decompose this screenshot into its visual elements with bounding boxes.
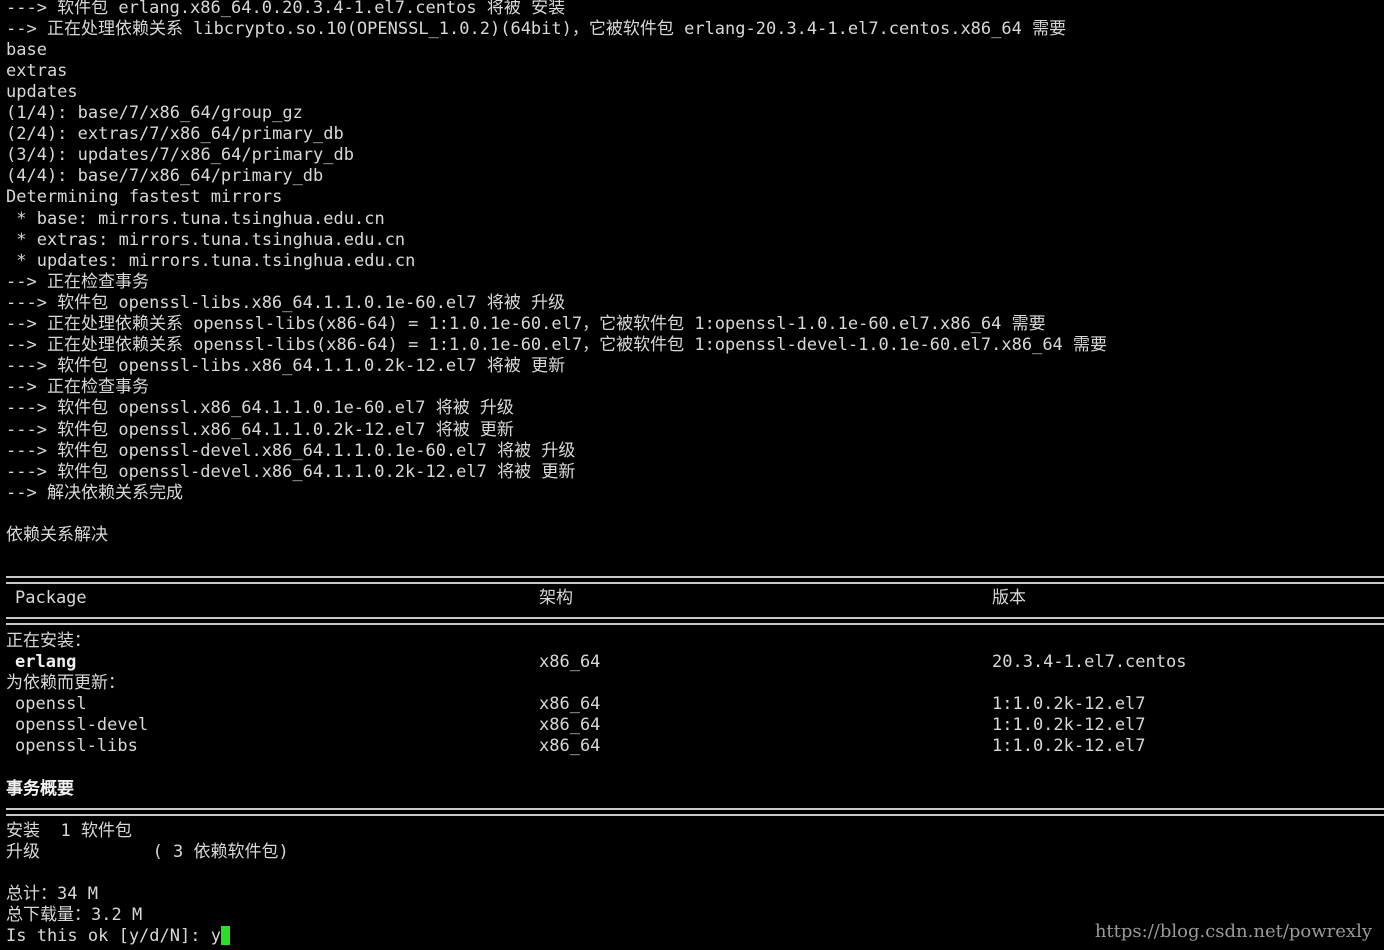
log-line: ---> 软件包 erlang.x86_64.0.20.3.4-1.el7.ce… <box>6 0 566 18</box>
table-separator <box>6 576 1384 584</box>
table-separator <box>6 617 1384 625</box>
package-version: 1:1.0.2k-12.el7 <box>992 736 1146 756</box>
resolved-message: 依赖关系解决 <box>6 525 108 545</box>
download-size-line: 总下载量：3.2 M <box>6 905 143 925</box>
log-line: (4/4): base/7/x86_64/primary_db <box>6 166 324 186</box>
upgrade-count-line: 升级 ( 3 依赖软件包) <box>6 842 289 862</box>
package-version: 1:1.0.2k-12.el7 <box>992 715 1146 735</box>
log-line: --> 正在检查事务 <box>6 272 149 292</box>
log-line: * extras: mirrors.tuna.tsinghua.edu.cn <box>6 230 406 250</box>
log-line: extras <box>6 61 68 81</box>
package-name: erlang <box>15 652 77 672</box>
package-arch: x86_64 <box>539 736 601 756</box>
installing-section-label: 正在安装： <box>6 631 91 651</box>
log-line: --> 正在处理依赖关系 openssl-libs(x86-64) = 1:1.… <box>6 314 1046 334</box>
log-line: ---> 软件包 openssl-libs.x86_64.1.1.0.2k-12… <box>6 356 566 376</box>
package-version: 20.3.4-1.el7.centos <box>992 652 1187 672</box>
log-line: (2/4): extras/7/x86_64/primary_db <box>6 124 344 144</box>
prompt-input[interactable]: y <box>211 926 221 946</box>
log-line: --> 正在处理依赖关系 openssl-libs(x86-64) = 1:1.… <box>6 335 1108 355</box>
log-line: * updates: mirrors.tuna.tsinghua.edu.cn <box>6 251 416 271</box>
log-line: * base: mirrors.tuna.tsinghua.edu.cn <box>6 209 385 229</box>
confirm-prompt: Is this ok [y/d/N]: <box>6 926 211 946</box>
log-line: ---> 软件包 openssl.x86_64.1.1.0.2k-12.el7 … <box>6 420 514 440</box>
watermark: https://blog.csdn.net/powrexly <box>1094 920 1372 942</box>
log-line: Determining fastest mirrors <box>6 187 283 207</box>
package-arch: x86_64 <box>539 652 601 672</box>
log-line: ---> 软件包 openssl-devel.x86_64.1.1.0.2k-1… <box>6 462 576 482</box>
column-header-version: 版本 <box>992 588 1026 608</box>
log-line: --> 解决依赖关系完成 <box>6 483 183 503</box>
package-version: 1:1.0.2k-12.el7 <box>992 694 1146 714</box>
package-name: openssl <box>15 694 87 714</box>
log-line: ---> 软件包 openssl-libs.x86_64.1.1.0.1e-60… <box>6 293 566 313</box>
updating-section-label: 为依赖而更新： <box>6 673 125 693</box>
column-header-arch: 架构 <box>539 588 573 608</box>
log-line: --> 正在处理依赖关系 libcrypto.so.10(OPENSSL_1.0… <box>6 19 1067 39</box>
log-line: ---> 软件包 openssl.x86_64.1.1.0.1e-60.el7 … <box>6 398 514 418</box>
summary-separator <box>6 808 1384 816</box>
log-line: (1/4): base/7/x86_64/group_gz <box>6 103 303 123</box>
log-line: ---> 软件包 openssl-devel.x86_64.1.1.0.1e-6… <box>6 441 576 461</box>
install-count-line: 安装 1 软件包 <box>6 821 132 841</box>
package-arch: x86_64 <box>539 694 601 714</box>
package-arch: x86_64 <box>539 715 601 735</box>
total-size-line: 总计：34 M <box>6 884 98 904</box>
log-line: (3/4): updates/7/x86_64/primary_db <box>6 145 354 165</box>
log-line: base <box>6 40 47 60</box>
confirm-prompt-line[interactable]: Is this ok [y/d/N]: y <box>6 926 230 947</box>
log-line: updates <box>6 82 78 102</box>
terminal-cursor <box>220 926 230 945</box>
column-header-package: Package <box>15 588 87 608</box>
terminal-window[interactable]: ---> 软件包 erlang.x86_64.0.20.3.4-1.el7.ce… <box>0 0 1384 950</box>
package-name: openssl-devel <box>15 715 149 735</box>
log-line: --> 正在检查事务 <box>6 377 149 397</box>
summary-title: 事务概要 <box>6 779 74 799</box>
package-name: openssl-libs <box>15 736 138 756</box>
